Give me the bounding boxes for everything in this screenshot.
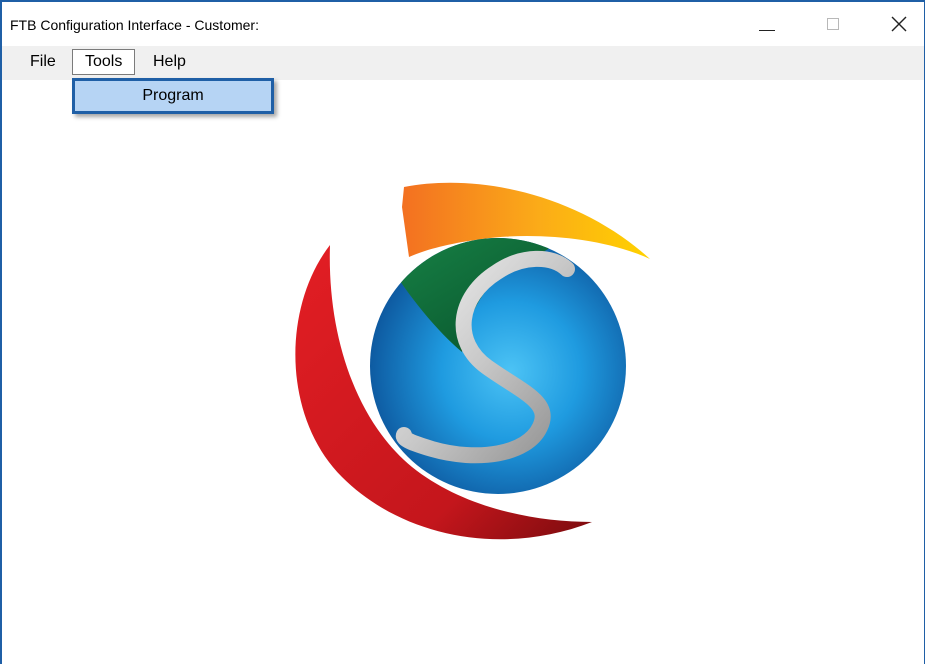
app-window: FTB Configuration Interface - Customer: … [0, 0, 925, 664]
menu-file[interactable]: File [22, 49, 64, 75]
tools-dropdown-menu: Program [72, 78, 274, 114]
maximize-button[interactable] [810, 2, 856, 46]
close-icon [891, 16, 907, 32]
minimize-button[interactable] [744, 2, 790, 46]
minimize-icon [759, 29, 775, 31]
menu-bar: File Tools Help [2, 46, 924, 80]
sphere-s-logo [282, 177, 662, 557]
maximize-icon [827, 18, 839, 30]
title-bar[interactable]: FTB Configuration Interface - Customer: [2, 2, 924, 46]
menu-item-program[interactable]: Program [75, 81, 271, 111]
menu-tools[interactable]: Tools [72, 49, 136, 75]
window-title: FTB Configuration Interface - Customer: [10, 17, 259, 33]
close-button[interactable] [876, 2, 922, 46]
menu-help[interactable]: Help [145, 49, 194, 75]
